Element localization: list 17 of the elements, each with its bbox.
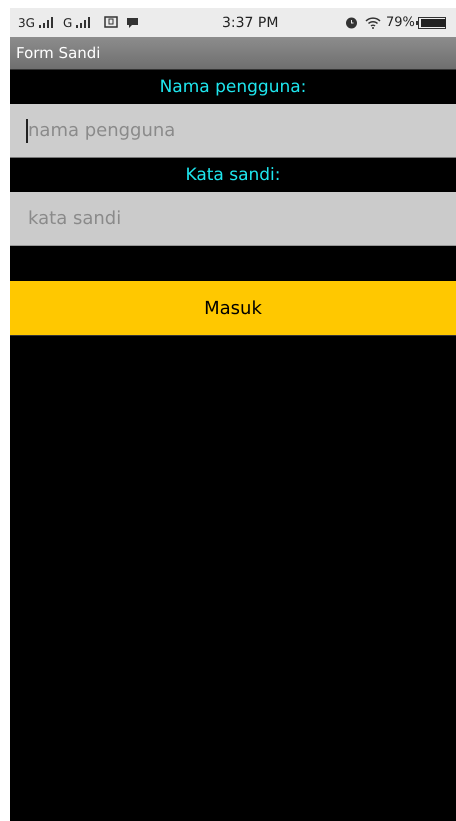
field-label: Kata sandi: <box>184 164 282 187</box>
screenshot-icon <box>104 16 118 29</box>
input-field[interactable]: kata sandi <box>10 192 456 246</box>
signal-icon <box>38 17 55 28</box>
wifi-icon <box>365 16 381 28</box>
app-title: Form Sandi <box>16 44 100 62</box>
field-label: Nama pengguna: <box>158 76 308 99</box>
signal-icon <box>76 17 92 28</box>
network-type: 3G <box>18 16 35 30</box>
clock: 3:37 PM <box>222 14 278 30</box>
login-button[interactable]: Masuk <box>10 281 456 336</box>
battery-percent: 79% <box>386 15 415 30</box>
network-type: G <box>62 16 72 30</box>
input-field[interactable]: nama pengguna <box>10 104 456 158</box>
chat-icon <box>126 16 140 29</box>
alarm-icon <box>345 16 358 29</box>
battery-icon <box>416 16 446 28</box>
